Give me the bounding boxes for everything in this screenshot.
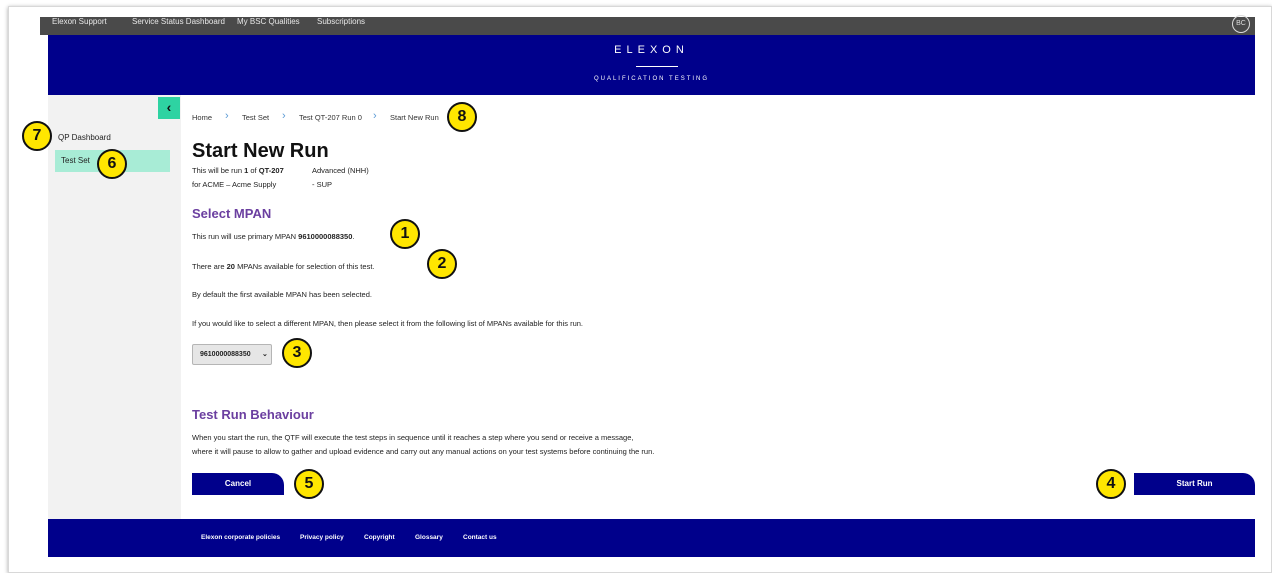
annotation-marker-6: 6 (97, 149, 127, 179)
chevron-left-icon: ‹ (166, 99, 172, 115)
footer-link-glossary[interactable]: Glossary (415, 534, 443, 541)
sidebar-item-label: Test Set (61, 156, 90, 165)
test-run-behaviour-heading: Test Run Behaviour (192, 407, 314, 422)
logo-divider (636, 66, 678, 67)
run-of: of (250, 166, 257, 175)
breadcrumb-test-run[interactable]: Test QT-207 Run 0 (299, 113, 362, 122)
cancel-button[interactable]: Cancel (192, 473, 284, 495)
available-count: 20 (226, 262, 235, 271)
topbar-link-subscriptions[interactable]: Subscriptions (317, 17, 365, 26)
footer-link-privacy[interactable]: Privacy policy (300, 534, 344, 541)
behaviour-text-line1: When you start the run, the QTF will exe… (192, 433, 634, 442)
site-header: ELEXON QUALIFICATION TESTING (48, 35, 1255, 95)
select-mpan-heading: Select MPAN (192, 206, 272, 221)
chevron-right-icon: › (225, 110, 229, 122)
chevron-right-icon: › (373, 110, 377, 122)
start-run-button[interactable]: Start Run (1134, 473, 1255, 495)
annotation-marker-5: 5 (294, 469, 324, 499)
chevron-down-icon: ⌄ (262, 351, 268, 358)
run-info: This will be run 1 of QT-207 (192, 166, 284, 175)
sidebar-item-qp-dashboard[interactable]: QP Dashboard (58, 133, 111, 142)
participant-line: for ACME – Acme Supply (192, 180, 277, 189)
available-mpans-text: There are 20 MPANs available for selecti… (192, 262, 374, 271)
elexon-logo[interactable]: ELEXON (48, 44, 1255, 56)
annotation-marker-7: 7 (22, 121, 52, 151)
primary-mpan-text: This run will use primary MPAN 961000008… (192, 232, 355, 241)
annotation-marker-3: 3 (282, 338, 312, 368)
mpan-select[interactable]: 9610000088350 ⌄ (192, 344, 272, 365)
annotation-marker-2: 2 (427, 249, 457, 279)
user-avatar[interactable]: BC (1232, 15, 1250, 33)
run-line-prefix: This will be run (192, 166, 243, 175)
breadcrumb-test-set[interactable]: Test Set (242, 113, 269, 122)
behaviour-text-line2: where it will pause to allow to gather a… (192, 447, 655, 456)
available-suffix: MPANs available for selection of this te… (237, 262, 375, 271)
topbar-link-qualities[interactable]: My BSC Qualities (237, 17, 300, 26)
available-prefix: There are (192, 262, 225, 271)
sidebar-collapse-button[interactable]: ‹ (158, 97, 180, 119)
primary-mpan-value: 9610000088350 (298, 232, 353, 241)
selection-instructions: If you would like to select a different … (192, 319, 584, 328)
page-title: Start New Run (192, 140, 329, 162)
header-subtitle: QUALIFICATION TESTING (593, 76, 710, 82)
default-selection-text: By default the first available MPAN has … (192, 290, 372, 299)
topbar-link-support[interactable]: Elexon Support (52, 17, 107, 26)
annotation-marker-8: 8 (447, 102, 477, 132)
footer-link-corporate-policies[interactable]: Elexon corporate policies (201, 534, 280, 541)
topbar-link-status[interactable]: Service Status Dashboard (132, 17, 225, 26)
top-utility-bar: Elexon Support Service Status Dashboard … (40, 17, 1255, 35)
annotation-marker-1: 1 (390, 219, 420, 249)
run-number: 1 (244, 166, 249, 175)
test-description: Advanced (NHH) (312, 166, 369, 175)
test-id: QT-207 (258, 166, 284, 175)
mpan-select-value: 9610000088350 (200, 351, 251, 358)
chevron-right-icon: › (282, 110, 286, 122)
annotation-marker-4: 4 (1096, 469, 1126, 499)
breadcrumb-current: Start New Run (390, 113, 439, 122)
participant-role: - SUP (312, 180, 333, 189)
primary-mpan-prefix: This run will use primary MPAN (192, 232, 297, 241)
breadcrumb-home[interactable]: Home (192, 113, 212, 122)
footer-link-contact[interactable]: Contact us (463, 534, 497, 541)
footer-link-copyright[interactable]: Copyright (364, 534, 395, 541)
